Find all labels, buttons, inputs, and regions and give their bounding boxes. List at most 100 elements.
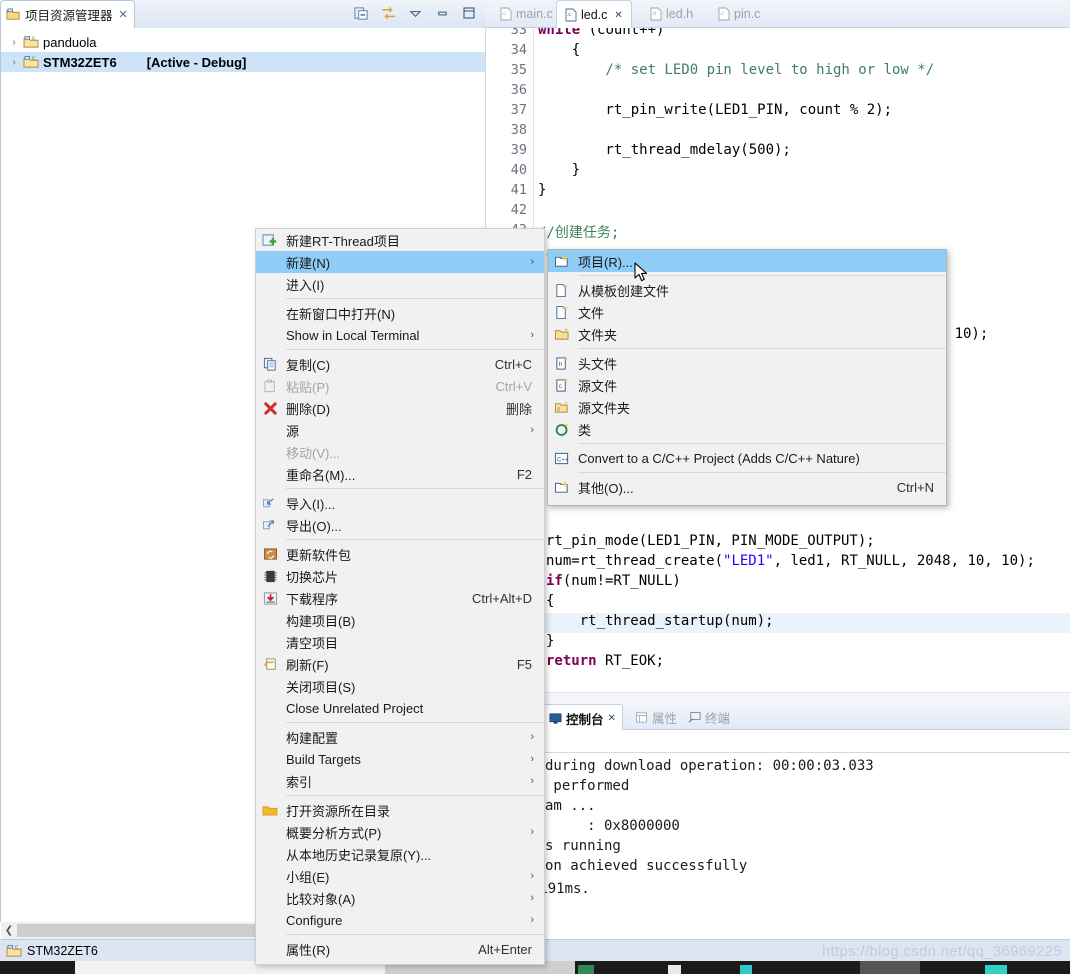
taskbar-icon-5[interactable] bbox=[985, 965, 1007, 974]
close-icon[interactable]: ✕ bbox=[119, 8, 128, 21]
taskbar-icon-1[interactable] bbox=[578, 965, 594, 974]
import-icon bbox=[261, 494, 279, 512]
submenu-item-other[interactable]: 其他(O)... Ctrl+N bbox=[548, 476, 946, 498]
download-icon bbox=[261, 589, 279, 607]
menu-item-export[interactable]: 导出(O)... bbox=[256, 514, 544, 536]
menu-item-close-unrelated-project[interactable]: Close Unrelated Project bbox=[256, 697, 544, 719]
menu-item-label: 新建RT-Thread项目 bbox=[286, 233, 400, 249]
menu-item-import[interactable]: 导入(I)... bbox=[256, 492, 544, 514]
menu-item-build-configurations[interactable]: 构建配置 › bbox=[256, 726, 544, 748]
menu-item-configure[interactable]: Configure › bbox=[256, 909, 544, 931]
minimize-icon[interactable] bbox=[433, 4, 451, 22]
tree-item-panduola[interactable]: › C panduola bbox=[1, 32, 485, 52]
menu-item-label: 导出(O)... bbox=[286, 518, 342, 534]
tab-led-c[interactable]: .c led.c ✕ bbox=[556, 0, 632, 29]
close-icon[interactable]: ✕ bbox=[614, 10, 622, 21]
menu-item-label: 清空项目 bbox=[286, 635, 339, 651]
menu-item-index[interactable]: 索引 › bbox=[256, 770, 544, 792]
submenu-item-source-file[interactable]: c 源文件 bbox=[548, 374, 946, 396]
tab-led-h[interactable]: .h led.h bbox=[642, 0, 701, 28]
menu-item-accelerator: F2 bbox=[516, 466, 532, 482]
link-with-editor-icon[interactable] bbox=[379, 4, 397, 22]
console-view: 任务 控制台 ✕ bbox=[486, 704, 1070, 965]
maximize-icon[interactable] bbox=[460, 4, 478, 22]
menu-item-build-targets[interactable]: Build Targets › bbox=[256, 748, 544, 770]
console-output[interactable]: ble lapsed during download operation: 00… bbox=[486, 730, 1070, 965]
menu-item-move: 移动(V)... bbox=[256, 441, 544, 463]
chevron-right-icon: › bbox=[530, 424, 534, 436]
export-icon bbox=[261, 516, 279, 534]
submenu-item-label: 其他(O)... bbox=[578, 480, 634, 496]
new-submenu[interactable]: 项目(R)... 从模板创建文件 文件 文件夹 h 头文件 c 源文件 c 源文… bbox=[547, 249, 947, 506]
menu-item-open-resource-folder[interactable]: 打开资源所在目录 bbox=[256, 799, 544, 821]
submenu-item-class[interactable]: 类 bbox=[548, 418, 946, 440]
code-line: rt_thread_mdelay(500); bbox=[538, 142, 791, 158]
line-number: 34 bbox=[510, 42, 527, 58]
chevron-right-icon[interactable]: › bbox=[9, 57, 19, 68]
submenu-item-file-from-template[interactable]: 从模板创建文件 bbox=[548, 279, 946, 301]
menu-item-label: Build Targets bbox=[286, 751, 361, 767]
taskbar-icon-2[interactable] bbox=[668, 965, 681, 974]
menu-item-profiling-tools[interactable]: 概要分析方式(P) › bbox=[256, 821, 544, 843]
tab-main-c[interactable]: .c main.c bbox=[492, 0, 561, 28]
menu-item-new-rtthread-project[interactable]: 新建RT-Thread项目 bbox=[256, 229, 544, 251]
menu-item-download-program[interactable]: 下载程序 Ctrl+Alt+D bbox=[256, 587, 544, 609]
view-menu-icon[interactable] bbox=[406, 4, 424, 22]
menu-item-source[interactable]: 源 › bbox=[256, 419, 544, 441]
menu-item-goto[interactable]: 进入(I) bbox=[256, 273, 544, 295]
tab-label: pin.c bbox=[734, 7, 761, 21]
tab-properties[interactable]: 属性 bbox=[629, 704, 683, 730]
code-line: while (count++) bbox=[538, 28, 665, 38]
chevron-right-icon[interactable]: › bbox=[9, 37, 19, 48]
line-number: 36 bbox=[510, 82, 527, 98]
update-package-icon bbox=[261, 545, 279, 563]
editor-console-sash[interactable] bbox=[486, 692, 1070, 704]
tab-project-explorer[interactable]: 项目资源管理器 ✕ bbox=[0, 0, 135, 28]
switch-chip-icon bbox=[261, 567, 279, 585]
menu-item-team[interactable]: 小组(E) › bbox=[256, 865, 544, 887]
code-line: if(num!=RT_NULL) bbox=[546, 573, 681, 589]
taskbar-icon-4[interactable] bbox=[860, 961, 920, 974]
submenu-item-project[interactable]: 项目(R)... bbox=[548, 250, 946, 272]
menu-separator bbox=[578, 275, 946, 276]
menu-item-rename[interactable]: 重命名(M)... F2 bbox=[256, 463, 544, 485]
console-tabbar: 任务 控制台 ✕ bbox=[486, 704, 1070, 731]
line-number: 35 bbox=[510, 62, 527, 78]
code-line: rt_pin_mode(LED1_PIN, PIN_MODE_OUTPUT); bbox=[546, 533, 875, 549]
submenu-item-header-file[interactable]: h 头文件 bbox=[548, 352, 946, 374]
menu-item-properties[interactable]: 属性(R) Alt+Enter bbox=[256, 938, 544, 960]
menu-item-open-in-new-window[interactable]: 在新窗口中打开(N) bbox=[256, 302, 544, 324]
collapse-all-icon[interactable] bbox=[352, 4, 370, 22]
menu-item-switch-chip[interactable]: 切换芯片 bbox=[256, 565, 544, 587]
menu-item-copy[interactable]: 复制(C) Ctrl+C bbox=[256, 353, 544, 375]
submenu-item-source-folder[interactable]: c 源文件夹 bbox=[548, 396, 946, 418]
submenu-item-label: 文件 bbox=[578, 305, 605, 321]
svg-text:c: c bbox=[557, 407, 560, 413]
menu-item-update-package[interactable]: 更新软件包 bbox=[256, 543, 544, 565]
menu-item-accelerator: Ctrl+C bbox=[494, 356, 532, 372]
menu-item-compare-with[interactable]: 比较对象(A) › bbox=[256, 887, 544, 909]
menu-item-build-project[interactable]: 构建项目(B) bbox=[256, 609, 544, 631]
taskbar-icon-3[interactable] bbox=[740, 965, 752, 974]
new-file-icon bbox=[553, 303, 571, 321]
menu-item-delete[interactable]: 删除(D) 删除 bbox=[256, 397, 544, 419]
menu-item-show-in-local-terminal[interactable]: Show in Local Terminal › bbox=[256, 324, 544, 346]
submenu-item-label: 源文件 bbox=[578, 378, 618, 394]
menu-item-refresh[interactable]: 刷新(F) F5 bbox=[256, 653, 544, 675]
menu-item-label: 源 bbox=[286, 423, 300, 439]
tab-console[interactable]: 控制台 ✕ bbox=[542, 704, 623, 731]
tab-pin-c[interactable]: .c pin.c bbox=[710, 0, 768, 28]
tab-terminal[interactable]: 终端 bbox=[682, 704, 736, 730]
submenu-item-folder[interactable]: 文件夹 bbox=[548, 323, 946, 345]
scroll-left-icon[interactable]: ❮ bbox=[1, 925, 17, 936]
menu-item-clean-project[interactable]: 清空项目 bbox=[256, 631, 544, 653]
close-icon[interactable]: ✕ bbox=[608, 713, 616, 724]
context-menu[interactable]: 新建RT-Thread项目 新建(N) › 进入(I) 在新窗口中打开(N) S… bbox=[255, 228, 545, 965]
submenu-item-convert-to-cpp-project[interactable]: C++ Convert to a C/C++ Project (Adds C/C… bbox=[548, 447, 946, 469]
submenu-item-file[interactable]: 文件 bbox=[548, 301, 946, 323]
menu-separator bbox=[286, 349, 544, 350]
menu-item-restore-from-local-history[interactable]: 从本地历史记录复原(Y)... bbox=[256, 843, 544, 865]
menu-item-close-project[interactable]: 关闭项目(S) bbox=[256, 675, 544, 697]
tree-item-stm32zet6[interactable]: › C STM32ZET6 [Active - Debug] bbox=[1, 52, 485, 72]
menu-item-new[interactable]: 新建(N) › bbox=[256, 251, 544, 273]
